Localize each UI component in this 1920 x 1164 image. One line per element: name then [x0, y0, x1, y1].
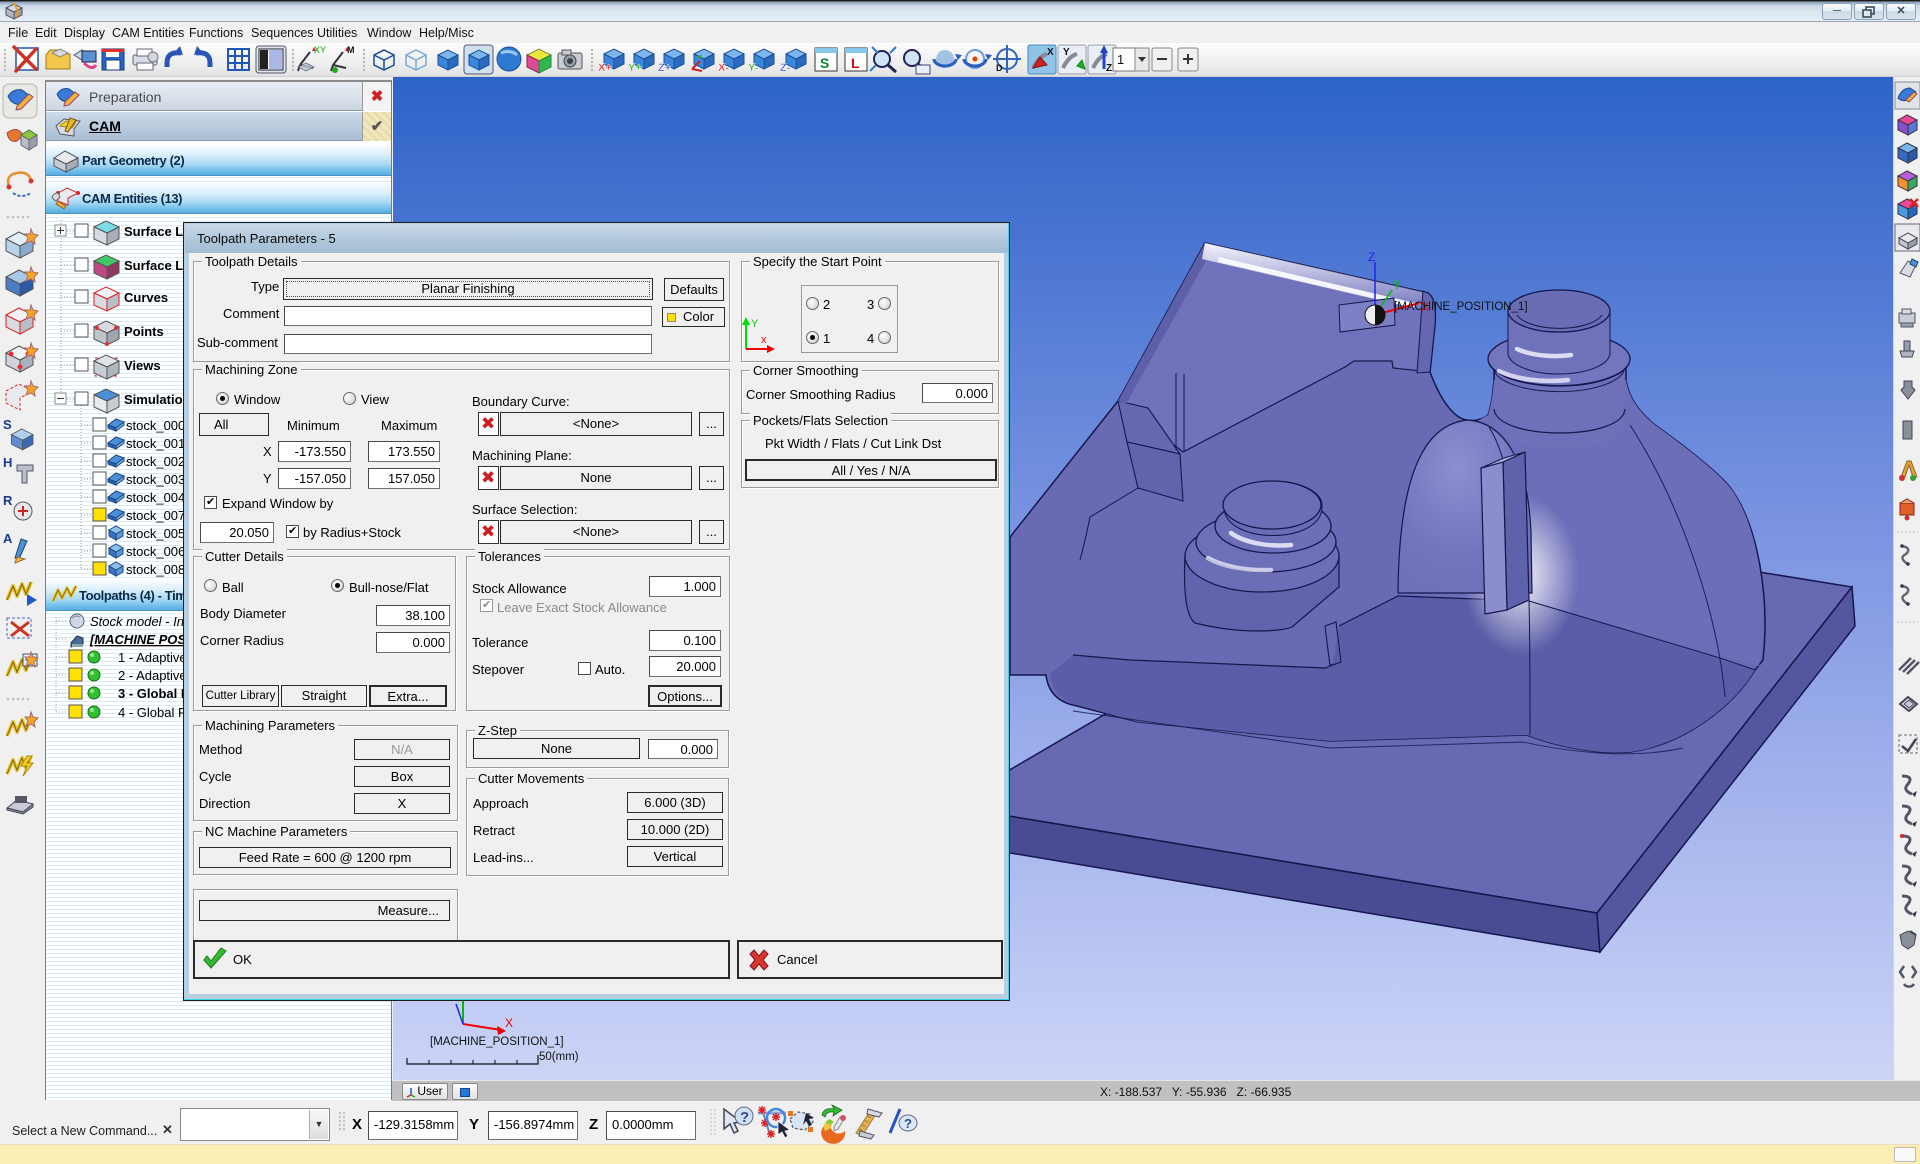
svg-text:?: ?	[904, 1116, 912, 1131]
svg-text:Y: Y	[1393, 278, 1401, 292]
svg-text:Y: Y	[751, 318, 759, 330]
svg-text:x: x	[761, 334, 767, 346]
svg-text:stock_008: stock_008	[126, 562, 185, 577]
svg-text:4 - Global R: 4 - Global R	[118, 705, 187, 720]
svg-text:50(mm): 50(mm)	[539, 1051, 579, 1063]
svg-text:XY: XY	[314, 45, 326, 55]
svg-text:S: S	[820, 55, 829, 71]
svg-text:X-: X-	[718, 62, 729, 74]
svg-text:S: S	[3, 417, 12, 432]
svg-text:stock_000: stock_000	[126, 418, 185, 433]
svg-text:Z+: Z+	[658, 62, 671, 74]
svg-text:M: M	[347, 45, 355, 55]
svg-text:3 - Global R: 3 - Global R	[118, 686, 191, 701]
svg-text:Z: Z	[1106, 63, 1112, 74]
svg-text:Z-: Z-	[780, 62, 791, 74]
svg-text:D: D	[996, 63, 1003, 73]
svg-text:X: X	[505, 1016, 513, 1030]
svg-text:stock_001: stock_001	[126, 436, 185, 451]
svg-text:A: A	[3, 531, 13, 546]
svg-text:stock_006: stock_006	[126, 544, 185, 559]
svg-text:Z: Z	[1368, 250, 1375, 264]
svg-text:stock_007: stock_007	[126, 508, 185, 523]
svg-text:L: L	[851, 55, 860, 71]
svg-text:Y+: Y+	[628, 62, 642, 74]
svg-text:Views: Views	[124, 358, 161, 373]
svg-text:2 - Adaptive: 2 - Adaptive	[118, 668, 187, 683]
svg-text:[MACHINE_POSITION_1]: [MACHINE_POSITION_1]	[430, 1036, 564, 1048]
svg-text:X+: X+	[598, 62, 612, 74]
svg-text:H: H	[3, 455, 12, 470]
svg-text:?: ?	[740, 1109, 749, 1126]
svg-text:Points: Points	[124, 324, 164, 339]
svg-text:Y-: Y-	[748, 62, 759, 74]
svg-text:Y: Y	[1063, 47, 1070, 58]
svg-text:stock_004: stock_004	[126, 490, 185, 505]
svg-text:1: 1	[1117, 52, 1124, 67]
svg-text:Curves: Curves	[124, 290, 168, 305]
svg-text:stock_005: stock_005	[126, 526, 185, 541]
svg-text:stock_002: stock_002	[126, 454, 185, 469]
svg-text:[MACHINE_POSITION_1]: [MACHINE_POSITION_1]	[1394, 301, 1528, 313]
svg-text:stock_003: stock_003	[126, 472, 185, 487]
svg-text:R: R	[3, 493, 13, 508]
svg-text:X: X	[1047, 47, 1054, 58]
svg-text:1 - Adaptive: 1 - Adaptive	[118, 650, 187, 665]
